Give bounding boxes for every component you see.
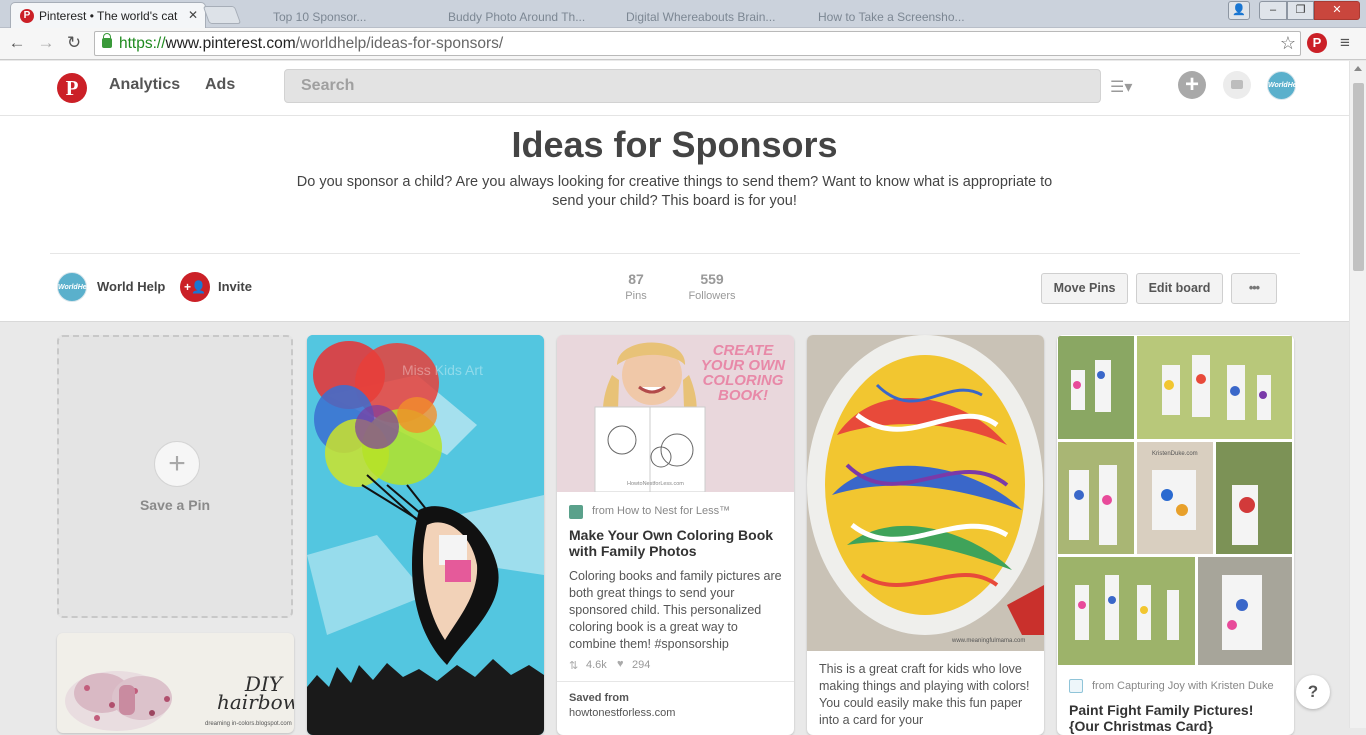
pin-card-diy-hairbows[interactable]: DIY hairbows dreaming in-colors.blogspot… [57, 633, 294, 733]
pinterest-logo-icon[interactable]: P [57, 73, 87, 103]
pin-description: This is a great craft for kids who love … [819, 662, 1030, 727]
followers-count-value: 559 [700, 271, 724, 287]
url-scheme: https:// [119, 35, 166, 52]
balloon-watermark: Miss Kids Art [402, 362, 483, 378]
minimize-button[interactable]: – [1259, 1, 1287, 20]
help-button[interactable]: ? [1296, 675, 1330, 709]
pin-card-coloring-book[interactable]: CREATE YOUR OWN COLORING BOOK! HowtoNest… [557, 335, 794, 735]
nav-analytics[interactable]: Analytics [109, 76, 180, 94]
pin-title[interactable]: Paint Fight Family Pictures! {Our Christ… [1069, 702, 1283, 734]
like-count: 294 [632, 659, 651, 671]
tab-title: Buddy Photo Around Th... [448, 10, 586, 24]
pin-source[interactable]: from How to Nest for Less™ [592, 505, 730, 517]
more-options-button[interactable]: ••• [1231, 273, 1277, 304]
saved-from-label: Saved from [569, 692, 629, 704]
calendar-source-icon [1069, 679, 1083, 693]
paint-box-label: KristenDuke.com [1152, 451, 1198, 457]
back-arrow-icon[interactable]: ← [6, 32, 28, 54]
add-pin-icon[interactable]: + [1178, 71, 1206, 99]
pin-title[interactable]: Make Your Own Coloring Book with Family … [569, 527, 783, 559]
tab-title: Top 10 Sponsor... [273, 10, 367, 24]
board-header: Ideas for Sponsors Do you sponsor a chil… [0, 116, 1349, 322]
board-title: Ideas for Sponsors [511, 124, 838, 165]
tab-background-2[interactable]: Buddy Photo Around Th... [420, 4, 590, 30]
invite-icon[interactable]: +👤 [180, 272, 210, 302]
hairbow-image[interactable]: DIY hairbows dreaming in-colors.blogspot… [57, 633, 294, 733]
site-header: P Analytics Ads Search ☰▾ + WorldHelp [0, 61, 1349, 116]
divider [50, 253, 1300, 254]
maximize-button[interactable]: ❐ [1287, 1, 1314, 20]
save-pin-label: Save a Pin [139, 497, 211, 513]
browser-tab-strip: P Pinterest • The world's cat ✕ Top 10 S… [0, 0, 1366, 28]
followers-count[interactable]: 559 Followers [683, 271, 741, 302]
tab-title: Pinterest • The world's cat [39, 9, 178, 23]
marbled-paper-image[interactable]: www.meaningfulmama.com [807, 335, 1044, 651]
messages-icon[interactable] [1223, 71, 1251, 99]
tab-background-4[interactable]: How to Take a Screensho... [790, 4, 970, 30]
paint-fight-collage-image[interactable]: KristenDuke.com [1057, 335, 1294, 667]
owner-name[interactable]: World Help [97, 279, 165, 294]
tab-background-3[interactable]: Digital Whereabouts Brain... [598, 4, 783, 30]
board-description: Do you sponsor a child? Are you always l… [296, 174, 1053, 209]
scroll-up-arrow-icon[interactable] [1354, 66, 1362, 71]
pin-card-balloon-art[interactable]: Miss Kids Art [307, 335, 544, 735]
repin-icon: ⇅ [569, 660, 579, 672]
pin-source[interactable]: from Capturing Joy with Kristen Duke [1092, 680, 1274, 692]
balloon-art-image[interactable]: Miss Kids Art [307, 335, 544, 735]
tab-title: Digital Whereabouts Brain... [626, 10, 776, 24]
divider [557, 681, 794, 682]
tab-close-icon[interactable]: ✕ [188, 8, 198, 22]
profile-avatar[interactable]: WorldHelp [1267, 71, 1303, 100]
new-tab-button[interactable] [202, 6, 242, 24]
nav-ads[interactable]: Ads [205, 76, 235, 94]
address-bar[interactable]: https://www.pinterest.com/worldhelp/idea… [94, 31, 1301, 56]
browser-toolbar: ← → ↻ https://www.pinterest.com/worldhel… [0, 28, 1366, 60]
plus-icon[interactable]: + [154, 441, 200, 487]
tab-pinterest[interactable]: P Pinterest • The world's cat ✕ [10, 2, 206, 28]
tab-title: How to Take a Screensho... [818, 10, 965, 24]
heart-icon: ♥ [617, 658, 624, 670]
page-scrollbar[interactable] [1349, 61, 1366, 728]
close-window-button[interactable]: ✕ [1314, 1, 1360, 20]
url-path: /worldhelp/ideas-for-sponsors/ [295, 35, 504, 52]
user-profile-icon[interactable]: 👤 [1228, 1, 1250, 20]
reload-icon[interactable]: ↻ [63, 32, 85, 54]
saved-from-site[interactable]: howtonestforless.com [569, 707, 675, 719]
marble-watermark: www.meaningfulmama.com [951, 638, 1025, 644]
bookmark-star-icon[interactable]: ☆ [1280, 32, 1296, 55]
pins-count-label: Pins [625, 290, 647, 302]
edit-board-button[interactable]: Edit board [1136, 273, 1223, 304]
owner-avatar[interactable]: WorldHelp [57, 272, 93, 302]
pin-description: Coloring books and family pictures are b… [569, 569, 782, 651]
lock-icon [102, 33, 112, 48]
tab-background-1[interactable]: Top 10 Sponsor... [245, 4, 410, 30]
diy-watermark: dreaming in-colors.blogspot.com [205, 721, 292, 727]
search-input[interactable]: Search [284, 69, 1101, 103]
pin-card-marbled-paper[interactable]: www.meaningfulmama.com This is a great c… [807, 335, 1044, 735]
pins-count[interactable]: 87 Pins [615, 271, 657, 302]
pinterest-extension-icon[interactable]: P [1307, 33, 1327, 53]
repin-count: 4.6k [586, 659, 607, 671]
forward-arrow-icon[interactable]: → [35, 32, 57, 54]
url-host: www.pinterest.com [165, 35, 296, 52]
save-pin-placeholder[interactable]: + Save a Pin [57, 335, 293, 618]
coloring-watermark: HowtoNestforLess.com [627, 481, 684, 487]
pinterest-favicon-icon: P [20, 9, 34, 23]
coloring-image-text: CREATE YOUR OWN COLORING BOOK! [700, 342, 786, 404]
followers-count-label: Followers [688, 290, 736, 302]
invite-link[interactable]: Invite [218, 279, 252, 294]
pins-count-value: 87 [628, 271, 644, 287]
browser-menu-icon[interactable]: ≡ [1340, 33, 1350, 53]
scrollbar-thumb[interactable] [1353, 83, 1364, 271]
pin-card-paint-fight[interactable]: KristenDuke.com from Capturing Joy with … [1057, 335, 1294, 735]
list-menu-icon[interactable]: ☰▾ [1110, 77, 1132, 97]
hairbows-text: hairbows [217, 690, 294, 714]
move-pins-button[interactable]: Move Pins [1041, 273, 1128, 304]
source-site-icon [569, 505, 583, 519]
coloring-book-image[interactable]: CREATE YOUR OWN COLORING BOOK! HowtoNest… [557, 335, 794, 493]
